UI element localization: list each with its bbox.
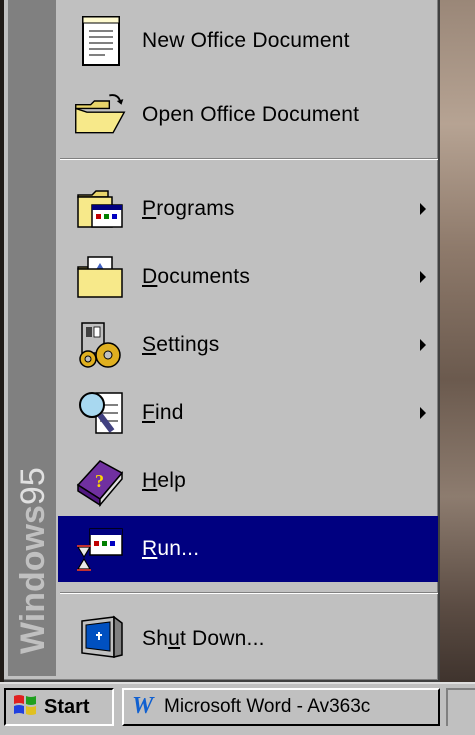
menu-item-label: Shut Down... (142, 627, 265, 650)
open-folder-icon (72, 87, 128, 143)
submenu-arrow-icon (420, 203, 426, 215)
menu-item-new-office-document[interactable]: New Office Document (58, 8, 438, 74)
menu-item-label: Settings (142, 333, 220, 356)
submenu-arrow-icon (420, 271, 426, 283)
documents-folder-icon (72, 249, 128, 305)
svg-text:W: W (132, 693, 155, 717)
brand-bar: Windows95 (8, 0, 56, 676)
task-button-word[interactable]: W Microsoft Word - Av363c (122, 688, 440, 726)
menu-item-help[interactable]: ? Help (58, 448, 438, 514)
menu-item-programs[interactable]: Programs (58, 176, 438, 242)
new-document-icon (72, 13, 128, 69)
menu-item-label: Find (142, 401, 184, 424)
taskbar: Start W Microsoft Word - Av363c (0, 682, 475, 735)
brand-text: Windows95 (8, 362, 56, 662)
menu-item-shut-down[interactable]: Shut Down... (58, 606, 438, 672)
shutdown-monitor-icon (72, 611, 128, 667)
menu-item-run[interactable]: Run... (58, 516, 438, 582)
start-button[interactable]: Start (4, 688, 114, 726)
svg-text:?: ? (95, 471, 104, 491)
system-tray-edge (446, 688, 475, 726)
menu-separator (60, 592, 438, 594)
brand-windows: Windows (14, 505, 52, 654)
task-button-label: Microsoft Word - Av363c (164, 696, 371, 717)
start-label: Start (44, 695, 90, 718)
menu-item-settings[interactable]: Settings (58, 312, 438, 378)
svg-text:Windows95: Windows95 (14, 467, 52, 654)
start-menu: Windows95 New Office Document Open Offic… (4, 0, 440, 682)
menu-item-label: Open Office Document (142, 103, 360, 126)
run-icon (72, 521, 128, 577)
programs-folder-icon (72, 181, 128, 237)
menu-item-label: New Office Document (142, 29, 350, 52)
menu-item-find[interactable]: Find (58, 380, 438, 446)
menu-item-label: Help (142, 469, 186, 492)
menu-item-label: Programs (142, 197, 235, 220)
brand-version: 95 (14, 467, 52, 505)
menu-item-open-office-document[interactable]: Open Office Document (58, 82, 438, 148)
menu-item-documents[interactable]: Documents (58, 244, 438, 310)
windows-logo-icon (12, 692, 40, 723)
word-w-icon: W (132, 693, 158, 722)
submenu-arrow-icon (420, 407, 426, 419)
help-book-icon: ? (72, 453, 128, 509)
menu-separator (60, 158, 438, 160)
desktop-wallpaper (440, 0, 475, 690)
menu-item-label: Documents (142, 265, 251, 288)
settings-icon (72, 317, 128, 373)
submenu-arrow-icon (420, 339, 426, 351)
menu-item-label: Run... (142, 537, 200, 560)
find-magnifier-icon (72, 385, 128, 441)
